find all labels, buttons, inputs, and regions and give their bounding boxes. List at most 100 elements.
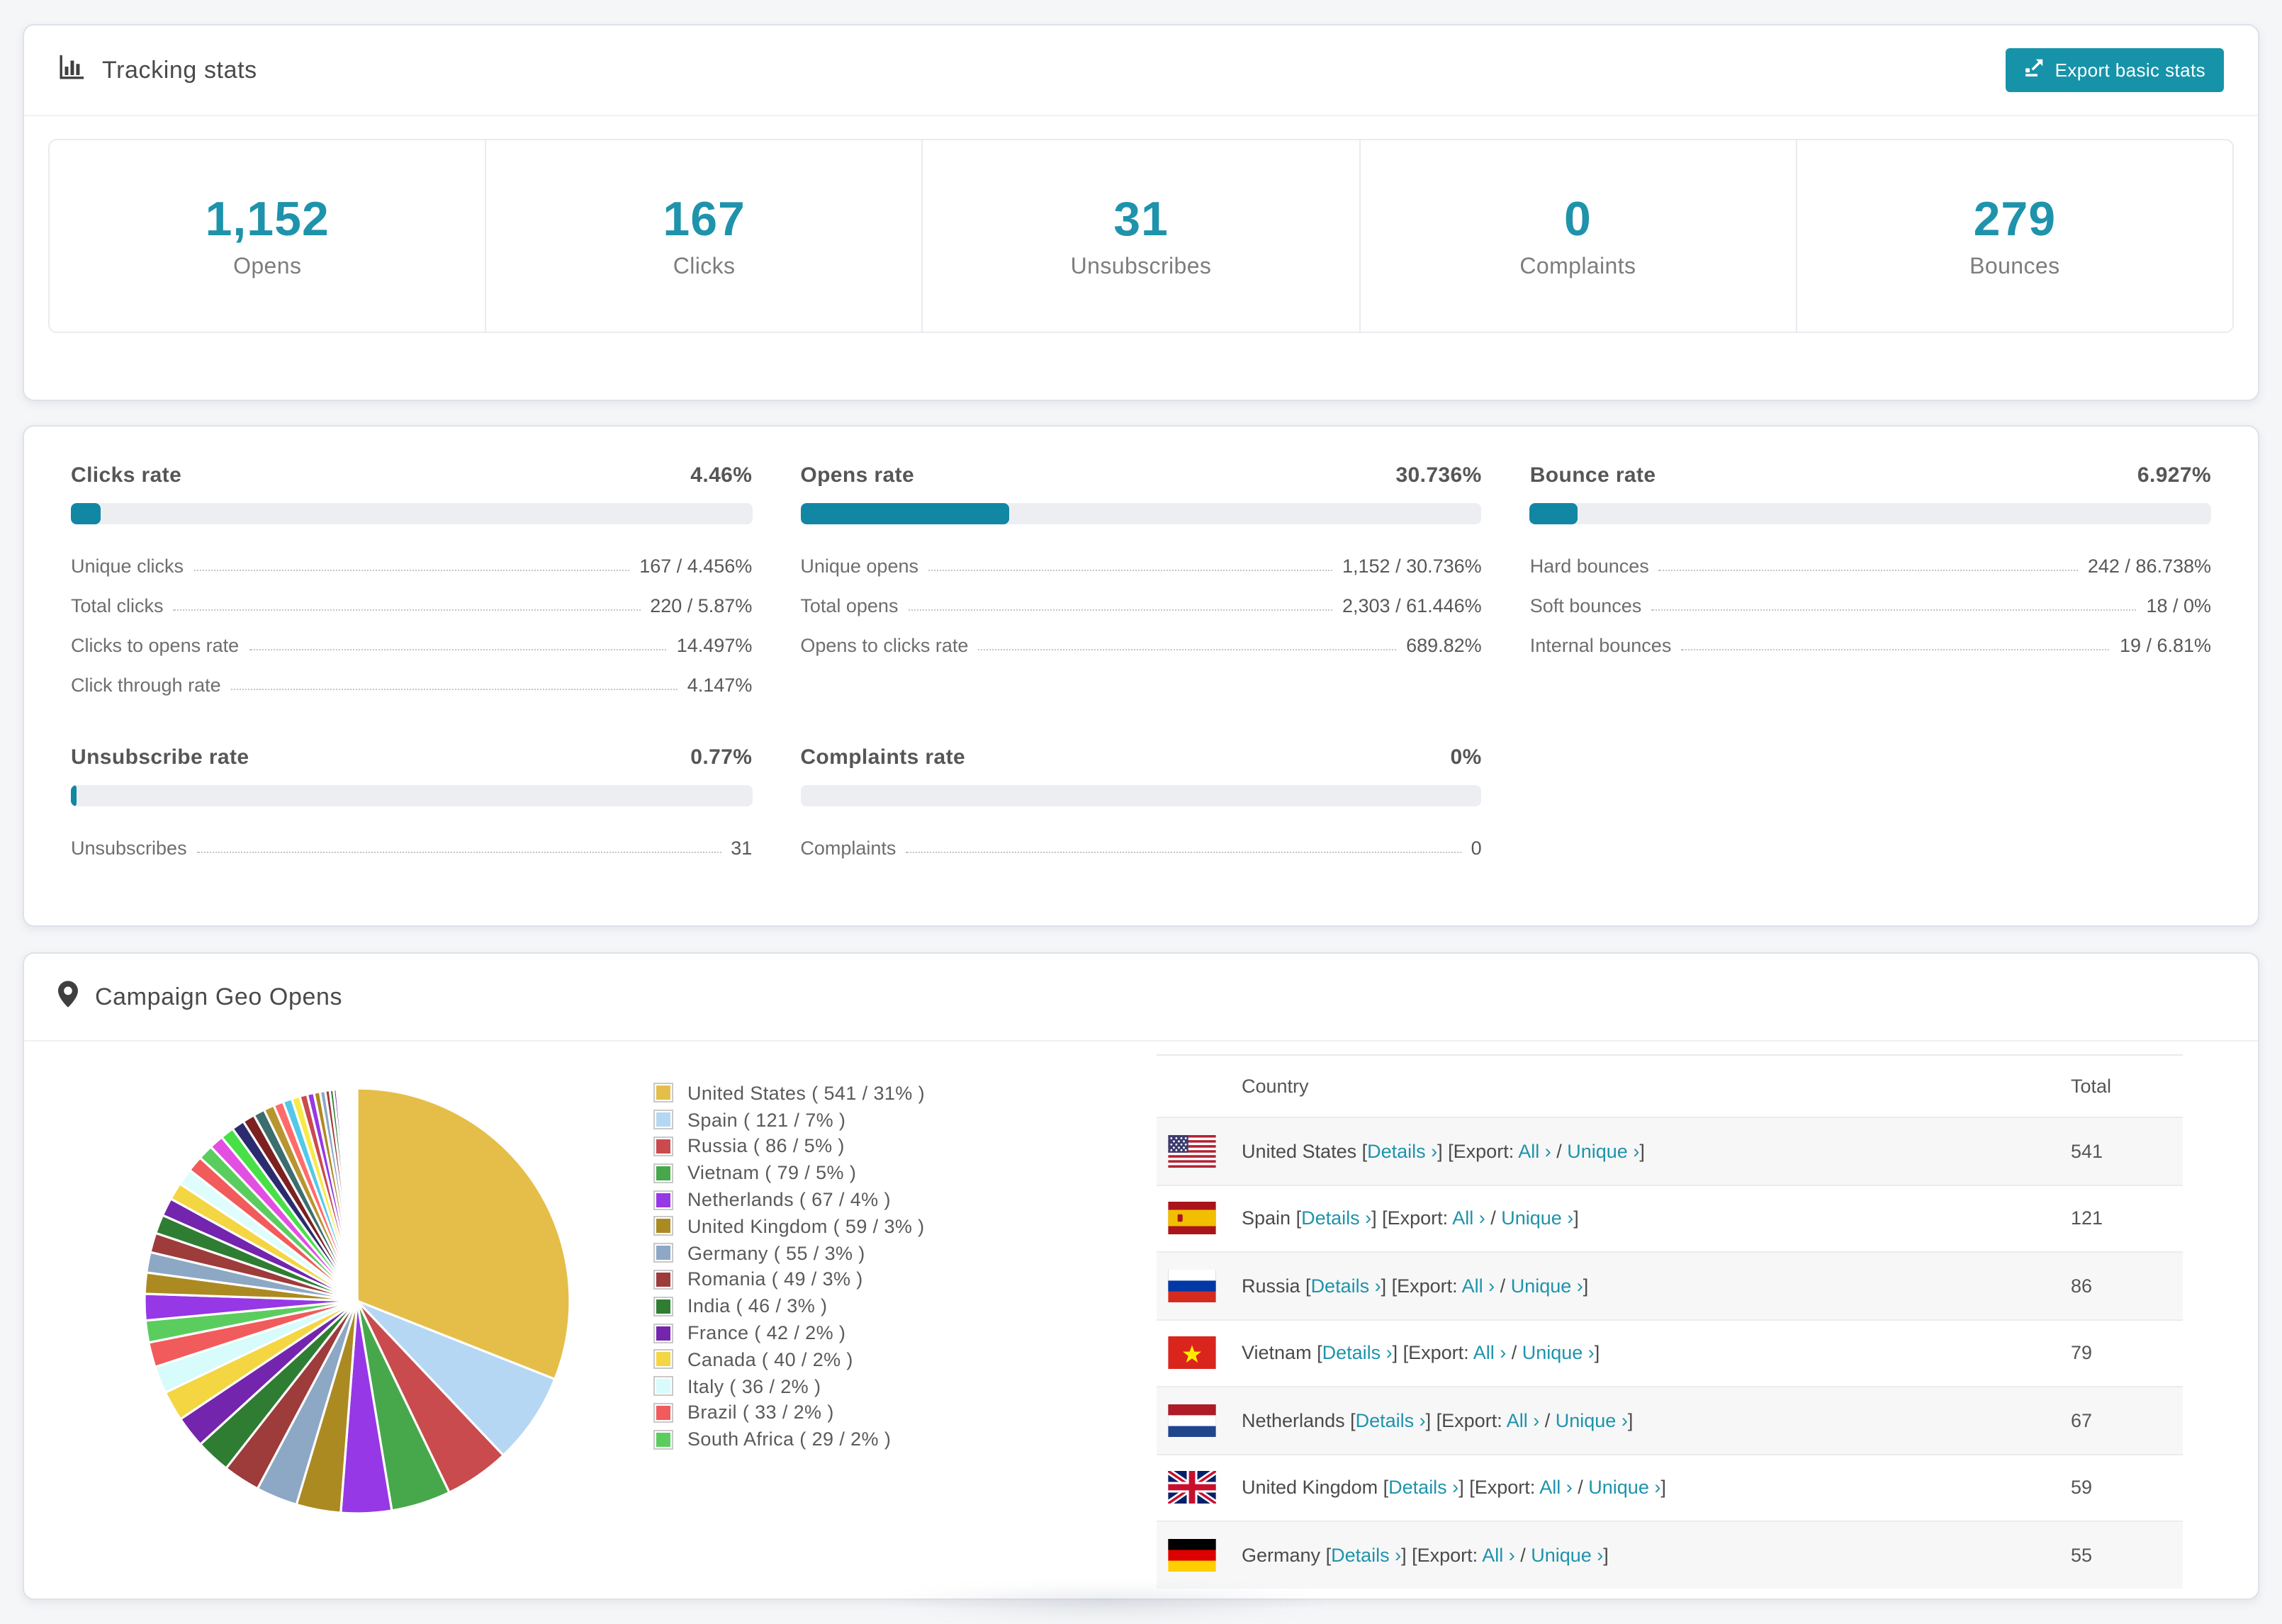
export-button-label: Export basic stats — [2055, 60, 2205, 81]
rate-detail-row: Click through rate 4.147% — [71, 663, 752, 703]
legend-item: Netherlands ( 67 / 4% ) — [653, 1186, 925, 1213]
export-basic-stats-button[interactable]: Export basic stats — [2005, 48, 2224, 92]
rate-detail-row: Total opens 2,303 / 61.446% — [800, 584, 1481, 624]
legend-item: Vietnam ( 79 / 5% ) — [653, 1160, 925, 1187]
legend-item: Spain ( 121 / 7% ) — [653, 1107, 925, 1134]
complaints-rate-value: 0% — [1450, 745, 1482, 769]
dotted-leader — [908, 609, 1332, 611]
rate-detail-row: Soft bounces 18 / 0% — [1530, 584, 2211, 624]
unsubscribe-rate-title: Unsubscribe rate — [71, 745, 249, 769]
rate-detail-label: Click through rate — [71, 675, 221, 696]
export-all-link[interactable]: All › — [1473, 1343, 1507, 1364]
details-link[interactable]: Details › — [1356, 1410, 1426, 1431]
export-unique-link[interactable]: Unique › — [1531, 1545, 1603, 1566]
tracking-stats-card: Tracking stats Export basic stats 1,152 O… — [23, 24, 2259, 401]
legend-swatch-icon — [653, 1136, 673, 1156]
row-punctuation: ] — [1627, 1409, 1634, 1431]
rate-detail-value: 689.82% — [1406, 635, 1482, 656]
clicks-rate-panel: Clicks rate 4.46% Unique clicks 167 / 4.4… — [71, 463, 753, 703]
row-punctuation: / — [1572, 1477, 1589, 1499]
legend-swatch-icon — [653, 1323, 673, 1343]
export-unique-link[interactable]: Unique › — [1556, 1410, 1628, 1431]
rate-detail-value: 2,303 / 61.446% — [1342, 595, 1482, 616]
rate-detail-row: Total clicks 220 / 5.87% — [71, 584, 752, 624]
country-column-header: Country — [1242, 1076, 1309, 1097]
summary-stat-cell: 1,152 Opens — [50, 140, 487, 332]
row-punctuation: [ — [1305, 1275, 1311, 1297]
legend-item: United States ( 541 / 31% ) — [653, 1080, 925, 1107]
summary-stat-cell: 31 Unsubscribes — [923, 140, 1361, 332]
row-punctuation: / — [1485, 1207, 1502, 1229]
table-row: United Kingdom [Details ›] [Export: All … — [1157, 1453, 2183, 1521]
rate-detail-value: 242 / 86.738% — [2087, 556, 2212, 577]
details-link[interactable]: Details › — [1388, 1477, 1458, 1499]
row-punctuation: ] — [1639, 1140, 1645, 1162]
export-all-link[interactable]: All › — [1452, 1208, 1485, 1229]
geo-pie-chart[interactable] — [137, 1081, 577, 1521]
rate-detail-row: Internal bounces 19 / 6.81% — [1530, 624, 2211, 663]
export-unique-link[interactable]: Unique › — [1501, 1208, 1573, 1229]
dotted-leader — [230, 689, 678, 690]
row-punctuation: ] — [1660, 1477, 1666, 1499]
export-all-link[interactable]: All › — [1518, 1141, 1551, 1162]
export-all-link[interactable]: All › — [1462, 1275, 1495, 1297]
rate-detail-label: Clicks to opens rate — [71, 635, 240, 656]
row-punctuation: ] [Export: — [1437, 1140, 1519, 1162]
pie-slice[interactable] — [355, 1087, 359, 1302]
map-pin-icon — [58, 980, 78, 1014]
export-unique-link[interactable]: Unique › — [1511, 1275, 1583, 1297]
de-flag-icon — [1157, 1538, 1216, 1572]
rate-detail-label: Soft bounces — [1529, 595, 1642, 616]
country-name: Spain — [1242, 1207, 1296, 1229]
export-unique-link[interactable]: Unique › — [1567, 1141, 1639, 1162]
unsubscribe-rate-panel: Unsubscribe rate 0.77% Unsubscribes 31 — [71, 745, 753, 866]
details-link[interactable]: Details › — [1367, 1141, 1437, 1162]
export-all-link[interactable]: All › — [1507, 1410, 1540, 1431]
row-punctuation: ] [Export: — [1458, 1477, 1540, 1499]
table-row: Netherlands [Details ›] [Export: All › /… — [1157, 1386, 2183, 1453]
row-punctuation: / — [1506, 1342, 1522, 1364]
export-unique-link[interactable]: Unique › — [1588, 1477, 1660, 1499]
legend-label: South Africa ( 29 / 2% ) — [687, 1428, 892, 1450]
details-link[interactable]: Details › — [1322, 1343, 1393, 1364]
row-punctuation: ] [Export: — [1401, 1544, 1483, 1566]
nl-flag-icon — [1157, 1404, 1216, 1437]
legend-swatch-icon — [653, 1216, 673, 1236]
tracking-stats-header: Tracking stats Export basic stats — [24, 26, 2258, 116]
legend-swatch-icon — [653, 1083, 673, 1103]
dotted-leader — [249, 649, 667, 650]
legend-label: Canada ( 40 / 2% ) — [687, 1348, 853, 1370]
legend-item: Romania ( 49 / 3% ) — [653, 1266, 925, 1293]
table-row: Russia [Details ›] [Export: All › / Uniq… — [1157, 1251, 2183, 1319]
details-link[interactable]: Details › — [1331, 1545, 1401, 1566]
dotted-leader — [193, 570, 630, 571]
export-unique-link[interactable]: Unique › — [1522, 1343, 1595, 1364]
legend-item: South Africa ( 29 / 2% ) — [653, 1426, 925, 1453]
bounce-rate-value: 6.927% — [2137, 463, 2212, 487]
page-title: Tracking stats — [102, 56, 257, 83]
rate-detail-value: 31 — [731, 838, 753, 859]
details-link[interactable]: Details › — [1301, 1208, 1371, 1229]
legend-label: United Kingdom ( 59 / 3% ) — [687, 1215, 925, 1237]
country-total: 67 — [2071, 1409, 2093, 1431]
opens-rate-bar — [800, 503, 1482, 524]
legend-item: Italy ( 36 / 2% ) — [653, 1373, 925, 1400]
geo-table: Country Total United States [Details ›] … — [1157, 1054, 2183, 1588]
opens-rate-title: Opens rate — [800, 463, 915, 487]
export-icon — [2024, 58, 2044, 82]
legend-label: Brazil ( 33 / 2% ) — [687, 1402, 834, 1423]
export-all-link[interactable]: All › — [1482, 1545, 1515, 1566]
rate-detail-label: Unique clicks — [71, 556, 184, 577]
country-cell: Germany [Details ›] [Export: All › / Uni… — [1242, 1545, 1609, 1566]
legend-swatch-icon — [653, 1296, 673, 1316]
stat-label: Complaints — [1519, 254, 1636, 278]
details-link[interactable]: Details › — [1311, 1275, 1381, 1297]
country-cell: United States [Details ›] [Export: All ›… — [1242, 1141, 1645, 1162]
summary-stats-panel: 1,152 Opens 167 Clicks 31 Unsubscribes 0 Compla… — [48, 139, 2234, 333]
legend-label: India ( 46 / 3% ) — [687, 1295, 828, 1317]
row-punctuation: [ — [1325, 1544, 1332, 1566]
export-all-link[interactable]: All › — [1539, 1477, 1573, 1499]
rate-detail-row: Hard bounces 242 / 86.738% — [1530, 544, 2211, 584]
bar-chart-icon — [58, 53, 85, 87]
rate-detail-label: Hard bounces — [1529, 556, 1649, 577]
